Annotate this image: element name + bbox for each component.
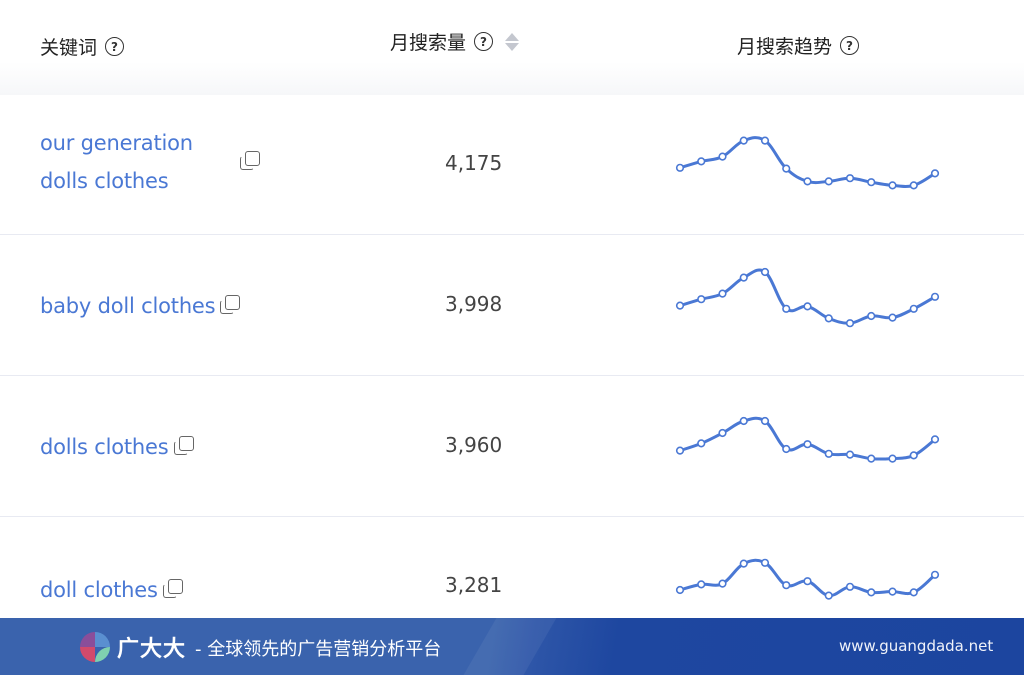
trend-point[interactable] — [739, 559, 748, 568]
footer-banner: 广大大 - 全球领先的广告营销分析平台 www.guangdada.net — [0, 618, 1024, 675]
copy-icon[interactable] — [219, 294, 243, 318]
trend-line — [679, 416, 936, 461]
brand-tagline: - 全球领先的广告营销分析平台 — [195, 639, 442, 660]
column-header-volume-label: 月搜索量 — [390, 32, 467, 54]
help-icon[interactable]: ? — [474, 32, 494, 51]
trend-point[interactable] — [760, 267, 770, 277]
trend-point[interactable] — [930, 435, 940, 444]
trend-point[interactable] — [718, 579, 727, 588]
trend-point[interactable] — [697, 439, 706, 448]
trend-point[interactable] — [718, 428, 727, 438]
monthly-search-volume: 3,960 — [445, 433, 503, 457]
trend-point[interactable] — [675, 585, 685, 595]
website-link[interactable]: www.guangdada.net — [839, 637, 993, 655]
trend-point[interactable] — [782, 444, 791, 454]
trend-point[interactable] — [803, 302, 812, 311]
guangdada-logo-icon — [80, 632, 110, 662]
trend-point[interactable] — [803, 440, 812, 449]
trend-point[interactable] — [803, 577, 812, 586]
trend-point[interactable] — [909, 588, 918, 597]
search-trend-sparkline — [675, 416, 940, 463]
trend-point[interactable] — [888, 313, 897, 322]
column-header-trend-label: 月搜索趋势 — [737, 36, 833, 58]
trend-point[interactable] — [739, 273, 748, 282]
trend-point[interactable] — [888, 587, 897, 596]
trend-point[interactable] — [803, 177, 812, 186]
trend-point[interactable] — [930, 169, 940, 178]
trend-point[interactable] — [867, 454, 876, 463]
trend-point[interactable] — [718, 289, 727, 298]
trend-point[interactable] — [845, 450, 855, 459]
trend-point[interactable] — [824, 449, 833, 458]
table-row: dolls clothes 3,960 — [0, 376, 1024, 517]
trend-point[interactable] — [930, 292, 940, 301]
table-header: 关键词 ? 月搜索量 ? 月搜索趋势 ? — [0, 0, 1024, 95]
trend-point[interactable] — [888, 181, 897, 190]
trend-point[interactable] — [697, 580, 706, 589]
trend-point[interactable] — [867, 178, 876, 187]
column-header-keyword: 关键词 ? — [40, 33, 125, 60]
column-header-volume[interactable]: 月搜索量 ? — [390, 28, 520, 55]
search-trend-sparkline — [675, 267, 940, 328]
trend-point[interactable] — [782, 164, 791, 173]
trend-point[interactable] — [697, 157, 706, 166]
trend-point[interactable] — [930, 570, 940, 579]
copy-icon[interactable] — [173, 435, 197, 459]
column-header-keyword-label: 关键词 — [40, 37, 98, 59]
trend-point[interactable] — [909, 451, 918, 460]
keyword-link[interactable]: our generation dolls clothes — [40, 124, 193, 200]
trend-point[interactable] — [845, 174, 855, 183]
sort-icon[interactable] — [505, 32, 520, 51]
trend-point[interactable] — [867, 311, 876, 321]
trend-point[interactable] — [824, 177, 833, 186]
monthly-search-volume: 4,175 — [445, 151, 503, 175]
decorative-stripe — [463, 618, 557, 675]
table-row: baby doll clothes 3,998 — [0, 235, 1024, 376]
trend-point[interactable] — [739, 416, 748, 426]
trend-point[interactable] — [782, 304, 791, 313]
trend-point[interactable] — [909, 304, 918, 313]
trend-point[interactable] — [782, 581, 791, 590]
trend-point[interactable] — [675, 163, 685, 172]
keyword-cell: baby doll clothes — [40, 287, 243, 325]
trend-point[interactable] — [739, 136, 748, 145]
keyword-link[interactable]: doll clothes — [40, 571, 158, 609]
trend-point[interactable] — [845, 319, 855, 328]
trend-point[interactable] — [760, 136, 770, 145]
keyword-link[interactable]: dolls clothes — [40, 428, 169, 466]
table-row: our generation dolls clothes 4,175 — [0, 94, 1024, 235]
trend-point[interactable] — [845, 582, 855, 591]
brand-name: 广大大 — [117, 637, 187, 662]
trend-point[interactable] — [867, 588, 876, 597]
keyword-cell: our generation dolls clothes — [40, 124, 263, 200]
trend-line — [679, 268, 936, 325]
keyword-line: doll clothes — [40, 578, 158, 602]
keyword-line: dolls clothes — [40, 435, 169, 459]
keyword-line: baby doll clothes — [40, 294, 216, 318]
trend-point[interactable] — [760, 558, 770, 567]
monthly-search-volume: 3,998 — [445, 292, 503, 316]
column-header-trend: 月搜索趋势 ? — [737, 32, 860, 59]
trend-point[interactable] — [675, 446, 685, 455]
trend-point[interactable] — [718, 152, 727, 161]
trend-point[interactable] — [697, 295, 706, 304]
search-trend-sparkline — [675, 136, 940, 190]
trend-point[interactable] — [760, 416, 770, 426]
keyword-line: our generation — [40, 131, 193, 155]
trend-point[interactable] — [824, 314, 833, 323]
copy-icon[interactable] — [239, 150, 263, 174]
keyword-line: dolls clothes — [40, 169, 169, 193]
help-icon[interactable]: ? — [105, 37, 125, 56]
monthly-search-volume: 3,281 — [445, 573, 503, 597]
trend-point[interactable] — [675, 301, 685, 310]
trend-point[interactable] — [888, 454, 897, 463]
trend-point[interactable] — [824, 591, 833, 600]
trend-point[interactable] — [909, 181, 918, 190]
keyword-cell: doll clothes — [40, 571, 186, 609]
keyword-link[interactable]: baby doll clothes — [40, 287, 216, 325]
help-icon[interactable]: ? — [840, 36, 860, 55]
copy-icon[interactable] — [162, 578, 186, 602]
keyword-cell: dolls clothes — [40, 428, 197, 466]
